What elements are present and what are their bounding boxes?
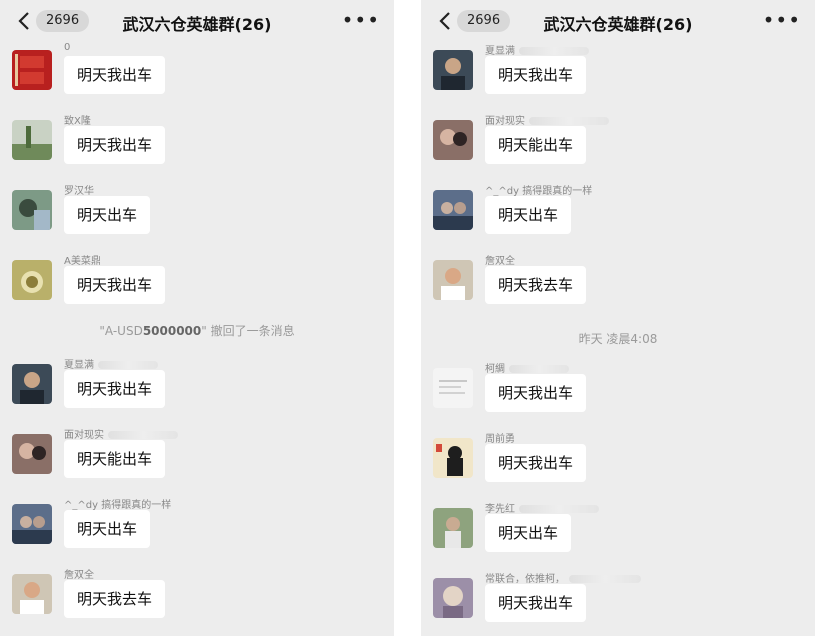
- message-row: 夏显满 明天我出车: [0, 354, 394, 420]
- more-options-icon[interactable]: •••: [342, 8, 380, 32]
- sender-name: ^_^dy 搞得跟真的一样: [485, 186, 593, 197]
- avatar[interactable]: [12, 190, 52, 230]
- redaction-blur: [108, 431, 178, 439]
- avatar[interactable]: [433, 50, 473, 90]
- redaction-blur: [519, 505, 599, 513]
- sender-name: 面对现实: [485, 112, 609, 127]
- avatar[interactable]: [433, 508, 473, 548]
- message-bubble[interactable]: 明天我出车: [64, 370, 166, 408]
- sender-name: 致Ⅹ隆: [64, 116, 91, 127]
- message-row: 柯綢 明天我出车: [421, 358, 815, 424]
- chat-header: 2696 武汉六仓英雄群(26) •••: [421, 0, 815, 42]
- timestamp-divider: 昨天 凌晨4:08: [578, 332, 658, 346]
- chat-title: 武汉六仓英雄群(26): [543, 15, 693, 34]
- avatar[interactable]: [12, 50, 52, 90]
- message-bubble[interactable]: 明天我出车: [485, 56, 587, 94]
- message-row: 常联合，依推柯， 明天我出车: [421, 568, 815, 634]
- redaction-blur: [519, 47, 589, 55]
- message-bubble[interactable]: 明天能出车: [64, 440, 166, 478]
- message-row: 罗汉华 明天出车: [0, 180, 394, 246]
- avatar[interactable]: [433, 120, 473, 160]
- chat-header: 2696 武汉六仓英雄群(26) •••: [0, 0, 394, 42]
- recall-notice: "A-USD5000000" 撤回了一条消息: [99, 324, 295, 338]
- message-bubble[interactable]: 明天我出车: [64, 266, 166, 304]
- message-bubble[interactable]: 明天出车: [64, 510, 151, 548]
- message-row: 面对现实 明天能出车: [0, 424, 394, 490]
- sender-name: 周前勇: [485, 434, 515, 445]
- message-row: ^_^dy 搞得跟真的一样 明天出车: [421, 180, 815, 246]
- sender-name: 詹双全: [485, 256, 515, 267]
- chat-screen-right: 2696 武汉六仓英雄群(26) ••• 夏显满 明天我出车 面对现实 明天能出…: [421, 0, 815, 636]
- redaction-blur: [98, 361, 158, 369]
- message-bubble[interactable]: 明天我去车: [485, 266, 587, 304]
- message-row: 面对现实 明天能出车: [421, 110, 815, 176]
- avatar[interactable]: [12, 504, 52, 544]
- message-row: ^_^dy 搞得跟真的一样 明天出车: [0, 494, 394, 560]
- message-bubble[interactable]: 明天我出车: [485, 374, 587, 412]
- avatar[interactable]: [433, 260, 473, 300]
- message-bubble[interactable]: 明天能出车: [485, 126, 587, 164]
- message-bubble[interactable]: 明天出车: [485, 514, 572, 552]
- message-bubble[interactable]: 明天我出车: [64, 56, 166, 94]
- message-row: 李先红 明天出车: [421, 498, 815, 564]
- sender-name: 罗汉华: [64, 186, 94, 197]
- message-bubble[interactable]: 明天我出车: [485, 584, 587, 622]
- message-row: 夏显满 明天我出车: [421, 40, 815, 106]
- message-row: 致Ⅹ隆 明天我出车: [0, 110, 394, 176]
- more-options-icon[interactable]: •••: [763, 8, 801, 32]
- sender-name: 李先红: [485, 500, 599, 515]
- avatar[interactable]: [12, 120, 52, 160]
- chat-title: 武汉六仓英雄群(26): [122, 15, 272, 34]
- avatar[interactable]: [12, 364, 52, 404]
- sender-name: 面对现实: [64, 426, 178, 441]
- avatar[interactable]: [433, 368, 473, 408]
- sender-name: A美菜鼎: [64, 256, 101, 267]
- message-bubble[interactable]: 明天我出车: [64, 126, 166, 164]
- avatar[interactable]: [12, 574, 52, 614]
- message-row: 0 明天我出车: [0, 40, 394, 106]
- sender-name: 夏显满: [64, 356, 158, 371]
- message-row: 詹双全 明天我去车: [421, 250, 815, 316]
- message-row: 詹双全 明天我去车: [0, 564, 394, 630]
- avatar[interactable]: [12, 260, 52, 300]
- message-bubble[interactable]: 明天我出车: [485, 444, 587, 482]
- sender-name: 0: [64, 42, 71, 53]
- avatar[interactable]: [433, 190, 473, 230]
- avatar[interactable]: [12, 434, 52, 474]
- redaction-blur: [529, 117, 609, 125]
- sender-name: 柯綢: [485, 360, 569, 375]
- message-bubble[interactable]: 明天出车: [64, 196, 151, 234]
- message-row: 周前勇 明天我出车: [421, 428, 815, 494]
- sender-name: ^_^dy 搞得跟真的一样: [64, 500, 172, 511]
- message-row: A美菜鼎 明天我出车: [0, 250, 394, 316]
- redaction-blur: [569, 575, 641, 583]
- sender-name: 夏显满: [485, 42, 589, 57]
- redaction-blur: [509, 365, 569, 373]
- avatar[interactable]: [433, 578, 473, 618]
- sender-name: 常联合，依推柯，: [485, 570, 641, 585]
- sender-name: 詹双全: [64, 570, 94, 581]
- message-bubble[interactable]: 明天我去车: [64, 580, 166, 618]
- message-bubble[interactable]: 明天出车: [485, 196, 572, 234]
- chat-screen-left: 2696 武汉六仓英雄群(26) ••• 0 明天我出车 致Ⅹ隆 明天我出车 罗…: [0, 0, 394, 636]
- avatar[interactable]: [433, 438, 473, 478]
